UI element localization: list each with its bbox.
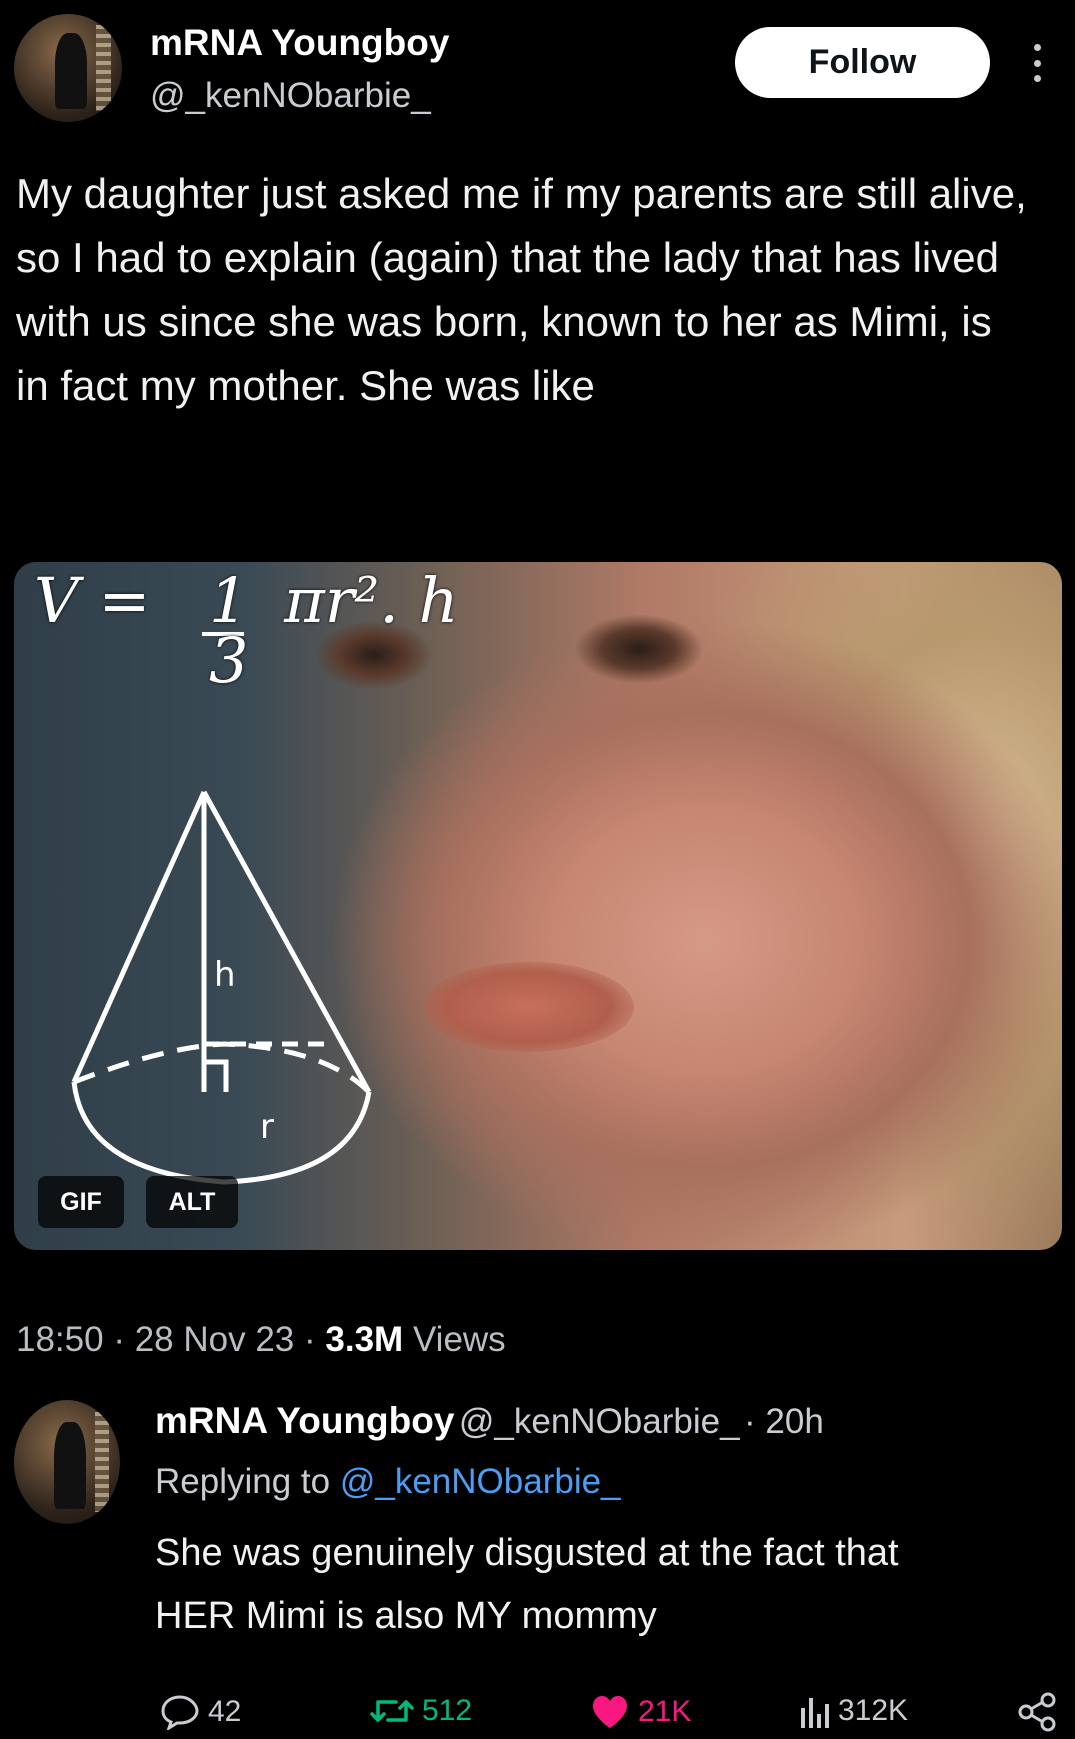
- cone-h-label: h: [214, 955, 236, 995]
- analytics-icon: [801, 1698, 829, 1728]
- more-options-icon[interactable]: [1030, 44, 1044, 82]
- tweet-meta: 18:50 · 28 Nov 23 · 3.3M Views: [16, 1320, 506, 1359]
- formula-v: V =: [34, 564, 151, 637]
- views-action[interactable]: 312K: [800, 1694, 908, 1728]
- share-icon: [1018, 1692, 1056, 1732]
- retweet-count: 512: [422, 1694, 473, 1727]
- follow-button[interactable]: Follow: [735, 27, 990, 98]
- reply-text-line-1: She was genuinely disgusted at the fact …: [155, 1532, 899, 1574]
- reply-author-handle[interactable]: @_kenNObarbie_: [459, 1402, 740, 1441]
- retweet-icon: [370, 1700, 414, 1722]
- retweet-action[interactable]: 512: [370, 1694, 472, 1728]
- views-count: 312K: [838, 1694, 909, 1727]
- replying-to: Replying to @_kenNObarbie_: [155, 1462, 621, 1502]
- tweet-text: My daughter just asked me if my parents …: [16, 170, 1027, 409]
- cone-r-label: r: [260, 1107, 274, 1147]
- tweet-time: 18:50: [16, 1320, 104, 1359]
- formula-rest: πr². h: [284, 564, 459, 637]
- like-count: 21K: [638, 1695, 692, 1728]
- reply-text-line-2: HER Mimi is also MY mommy: [155, 1595, 657, 1637]
- reply-header: mRNA Youngboy @_kenNObarbie_ · 20h: [155, 1400, 824, 1442]
- replying-to-handle[interactable]: @_kenNObarbie_: [340, 1462, 621, 1501]
- reply-icon: [161, 1695, 199, 1730]
- tweet-media-gif[interactable]: V = 1 3 πr². h h r GIF ALT: [14, 562, 1062, 1250]
- author-avatar[interactable]: [14, 14, 122, 122]
- heart-icon: [593, 1696, 627, 1728]
- reply-age: · 20h: [744, 1402, 824, 1441]
- author-handle[interactable]: @_kenNObarbie_: [150, 76, 431, 116]
- formula-denominator: 3: [209, 624, 249, 697]
- reply-author-name[interactable]: mRNA Youngboy: [155, 1400, 454, 1441]
- tweet-views-count: 3.3M: [325, 1320, 404, 1359]
- reply-count: 42: [208, 1695, 242, 1728]
- tweet-date: 28 Nov 23: [134, 1320, 295, 1359]
- gif-badge: GIF: [38, 1176, 124, 1228]
- share-action[interactable]: [1017, 1692, 1057, 1737]
- tweet-views-label: Views: [412, 1320, 506, 1359]
- replying-to-label: Replying to: [155, 1462, 331, 1501]
- reply-author-avatar[interactable]: [14, 1400, 120, 1524]
- author-name[interactable]: mRNA Youngboy: [150, 22, 449, 64]
- face-lips: [424, 962, 634, 1052]
- reply-action[interactable]: 42: [160, 1694, 241, 1730]
- like-action[interactable]: 21K: [590, 1694, 691, 1730]
- alt-badge[interactable]: ALT: [146, 1176, 238, 1228]
- face-eye-right: [574, 614, 704, 684]
